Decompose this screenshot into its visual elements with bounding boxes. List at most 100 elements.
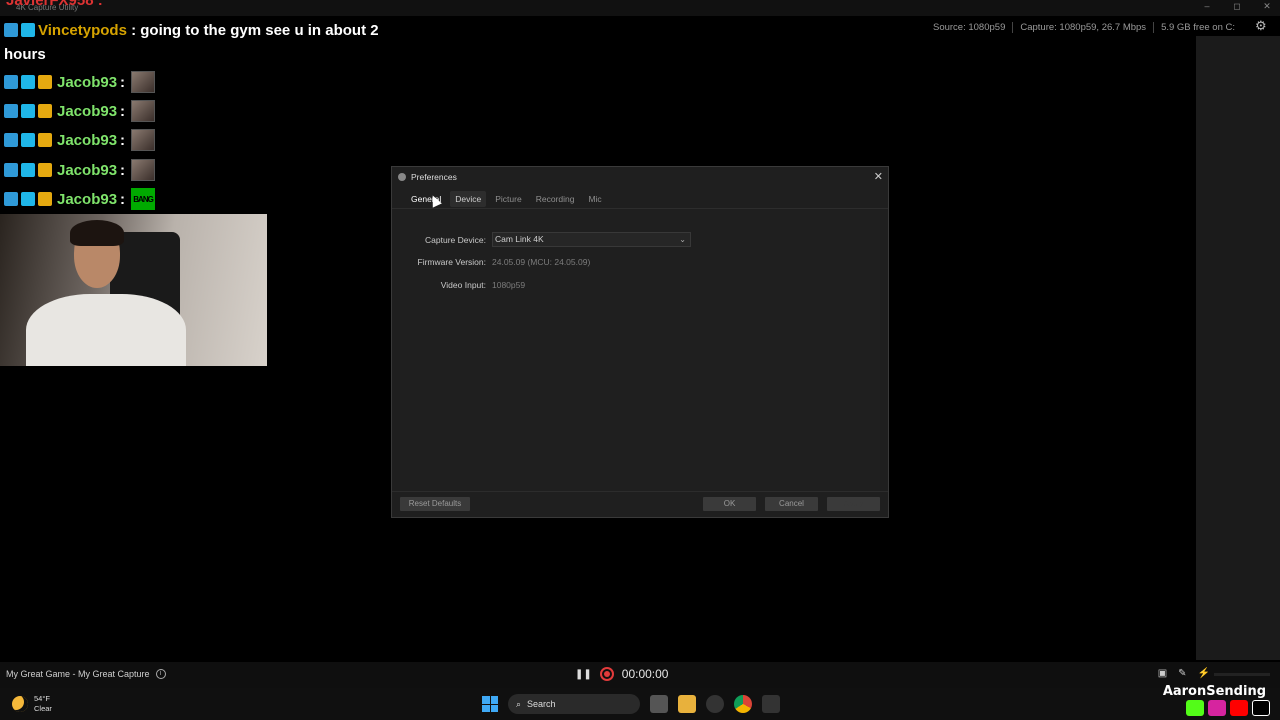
stream-icon[interactable]: ⚡ [1198,668,1210,679]
badge-icon [4,75,18,89]
crown-icon [38,133,52,147]
chat-row: Jacob93: [4,159,156,181]
volume-slider[interactable] [1214,673,1270,676]
chat-username: Vincetypods [38,22,127,39]
instagram-icon [1208,700,1226,716]
dialog-footer: Reset Defaults OK Cancel Apply [392,491,888,517]
chat-message: Vincetypods : going to the gym see u in … [4,19,404,67]
screen: 4K Capture Utility – ◻ ✕ Source: 1080p59… [0,0,1280,720]
app-icon [398,173,406,181]
timecode: 00:00:00 [621,667,669,681]
crown-icon [38,163,52,177]
tab-picture[interactable]: Picture [490,191,526,207]
chat-username: Jacob93 [57,73,118,91]
dialog-title: Preferences [411,172,457,182]
capture-status-bar: Source: 1080p59 Capture: 1080p59, 26.7 M… [926,22,1242,33]
app-titlebar: 4K Capture Utility – ◻ ✕ [0,0,1280,16]
video-input-row: Video Input: 1080p59 [392,280,525,290]
chat-row: Jacob93: BANG [4,188,156,210]
close-icon[interactable]: ✕ [874,170,883,183]
task-view-icon[interactable] [650,695,668,713]
x-icon [1252,700,1270,716]
webcam-person-hair [70,220,124,246]
chrome-icon[interactable] [734,695,752,713]
chevron-down-icon: ⌄ [679,235,686,244]
chat-row: Jacob93: [4,100,156,122]
badge-icon [4,192,18,206]
reset-defaults-button[interactable]: Reset Defaults [400,497,470,511]
windows-start-icon[interactable] [482,696,498,712]
emote-image [131,129,156,151]
gear-icon[interactable]: ⚙ [1255,19,1269,33]
firmware-label: Firmware Version: [417,257,487,267]
cancel-button[interactable]: Cancel [765,497,818,511]
capture-device-label: Capture Device: [425,234,486,245]
taskbar-search[interactable]: ⌕ Search [508,694,640,714]
badge-icon [21,23,35,37]
badge-icon [21,75,35,89]
maximize-button[interactable]: ◻ [1232,1,1242,12]
windows-taskbar: 54°F Clear ⌕ Search [0,688,1280,720]
weather-temp: 54°F [34,694,50,703]
file-explorer-icon[interactable] [678,695,696,713]
tab-device[interactable]: Device [450,191,487,207]
chat-partial-user: JavierFX958 : [6,0,103,9]
tab-mic[interactable]: Mic [583,191,606,207]
badge-icon [21,133,35,147]
chat-row: Jacob93: [4,129,156,151]
capture-status: Capture: 1080p59, 26.7 Mbps [1012,22,1153,33]
pause-icon[interactable]: ❚❚ [575,669,592,680]
firmware-value: 24.05.09 (MCU: 24.05.09) [492,257,591,267]
channel-watermark: AaronSending [1162,684,1266,699]
app-bottom-bar: My Great Game - My Great Capture i ❚❚ 00… [0,662,1280,688]
weather-condition: Clear [34,704,52,713]
game-title-text: My Great Game - My Great Capture [6,669,150,679]
close-window-button[interactable]: ✕ [1262,1,1272,12]
social-icons [1186,700,1270,716]
badge-icon [4,133,18,147]
chat-username: Jacob93 [57,131,118,149]
bang-emote: BANG [131,188,156,210]
crown-icon [38,192,52,206]
screenshot-icon[interactable]: ▣ [1158,668,1167,679]
taskbar-apps: ⌕ Search [482,694,780,714]
minimize-button[interactable]: – [1202,1,1212,12]
emote-image [131,100,156,122]
search-placeholder: Search [527,699,556,709]
source-status: Source: 1080p59 [932,22,1006,33]
info-icon[interactable]: i [155,669,166,679]
weather-widget[interactable]: 54°F Clear [12,694,52,714]
tab-recording[interactable]: Recording [531,191,580,207]
side-panel [1196,36,1280,660]
apply-button[interactable]: Apply [827,497,880,511]
capture-app-icon[interactable] [762,695,780,713]
video-input-value: 1080p59 [492,280,526,290]
search-icon: ⌕ [516,698,522,709]
preferences-dialog: Preferences ✕ General Device Picture Rec… [391,166,889,518]
mic-icon[interactable]: ✎ [1178,668,1186,679]
emote-image [131,159,156,181]
capture-device-row: Capture Device: Cam Link 4K ⌄ [392,232,691,247]
transport-controls: ❚❚ 00:00:00 [575,667,668,681]
firmware-row: Firmware Version: 24.05.09 (MCU: 24.05.0… [392,257,591,267]
youtube-icon [1230,700,1248,716]
dialog-titlebar: Preferences [392,167,888,187]
record-icon[interactable] [599,667,614,681]
badge-icon [4,23,18,37]
emote-image [131,71,156,93]
bottom-toolbar: ▣ ✎ ⚡ [1158,668,1210,679]
badge-icon [21,192,35,206]
video-input-label: Video Input: [440,280,486,290]
app-icon[interactable] [706,695,724,713]
badge-icon [4,163,18,177]
badge-icon [21,104,35,118]
moon-icon [12,696,28,712]
game-title: My Great Game - My Great Capture i [6,669,166,679]
chat-username: Jacob93 [57,190,118,208]
tab-divider [392,208,888,209]
window-controls: – ◻ ✕ [1202,1,1272,12]
ok-button[interactable]: OK [703,497,756,511]
webcam-feed [0,214,267,366]
chat-username: Jacob93 [57,161,118,179]
capture-device-select[interactable]: Cam Link 4K ⌄ [492,232,691,247]
